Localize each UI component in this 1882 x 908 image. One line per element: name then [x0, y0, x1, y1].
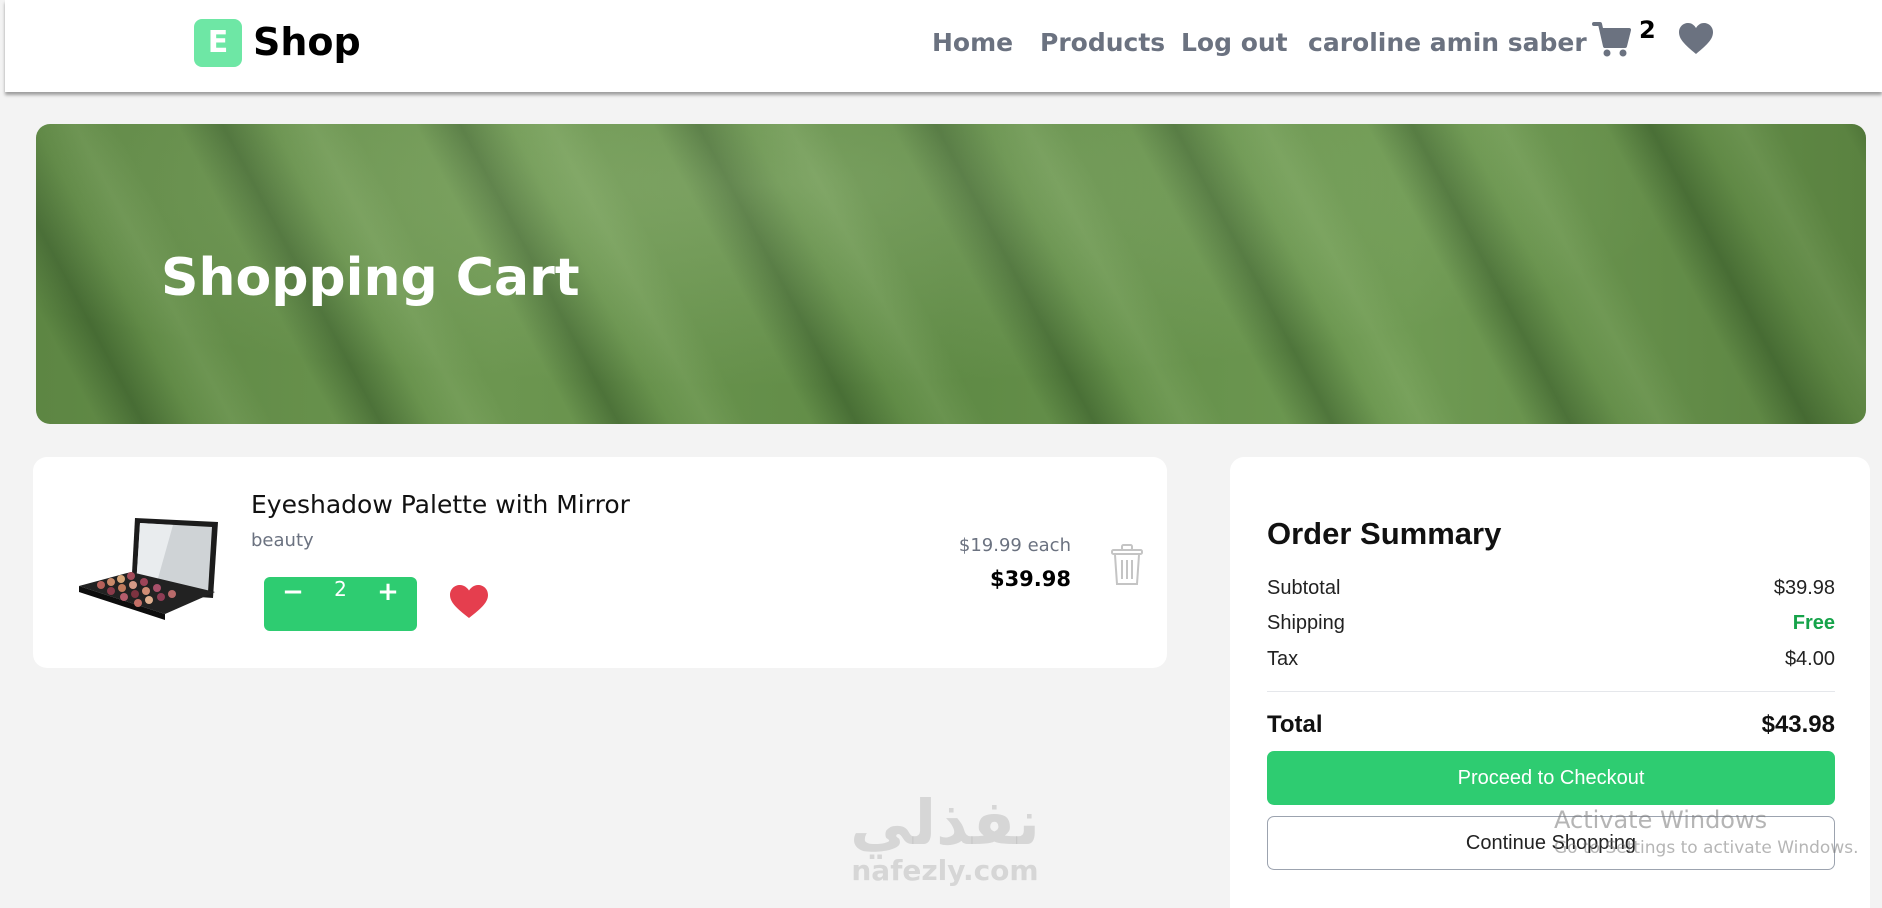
activate-windows-subtitle: Go to Settings to activate Windows.	[1554, 838, 1859, 858]
summary-total-row: Total $43.98	[1267, 711, 1835, 739]
summary-label: Tax	[1267, 648, 1299, 670]
summary-label: Shipping	[1267, 612, 1345, 634]
nav-home-link[interactable]: Home	[932, 28, 1013, 57]
proceed-to-checkout-button[interactable]: Proceed to Checkout	[1267, 751, 1835, 805]
summary-row-shipping: Shipping Free	[1267, 612, 1835, 635]
logo-text[interactable]: Shop	[253, 20, 361, 64]
decrease-quantity-button[interactable]: −	[268, 577, 318, 631]
summary-divider	[1267, 691, 1835, 692]
product-name[interactable]: Eyeshadow Palette with Mirror	[251, 490, 630, 519]
navbar: E Shop Home Products Log out caroline am…	[5, 0, 1882, 92]
increase-quantity-button[interactable]: +	[363, 577, 413, 631]
activate-windows-title: Activate Windows	[1554, 806, 1768, 834]
cart-icon[interactable]	[1592, 20, 1632, 58]
hero-banner: Shopping Cart	[36, 124, 1866, 424]
summary-row-tax: Tax $4.00	[1267, 648, 1835, 671]
unit-price: $19.99 each	[958, 535, 1071, 556]
cart-count-badge: 2	[1639, 16, 1656, 44]
summary-row-subtotal: Subtotal $39.98	[1267, 577, 1835, 600]
product-category: beauty	[251, 530, 314, 551]
summary-value: $4.00	[1784, 648, 1835, 670]
heart-icon[interactable]	[1678, 22, 1714, 56]
activate-windows-notice: Activate Windows Go to Settings to activ…	[1554, 806, 1859, 858]
favorite-heart-icon[interactable]	[449, 584, 489, 620]
watermark-arabic-text: نفذلي	[850, 786, 1040, 859]
product-image	[79, 518, 218, 620]
nav-logout-link[interactable]: Log out	[1181, 28, 1288, 57]
quantity-stepper: − 2 +	[264, 577, 417, 631]
quantity-value: 2	[334, 577, 347, 601]
page-title: Shopping Cart	[161, 248, 580, 308]
watermark-logo: نفذلي nafezly.com	[830, 790, 1060, 886]
order-summary-title: Order Summary	[1267, 516, 1502, 551]
nav-user-link[interactable]: caroline amin saber	[1308, 28, 1587, 57]
trash-icon[interactable]	[1109, 543, 1145, 587]
nav-products-link[interactable]: Products	[1040, 28, 1165, 57]
line-total: $39.98	[989, 567, 1071, 591]
logo-badge[interactable]: E	[194, 19, 242, 67]
watermark-url-text: nafezly.com	[851, 854, 1039, 887]
cart-item-card: Eyeshadow Palette with Mirror beauty − 2…	[33, 457, 1167, 668]
summary-value: Free	[1792, 612, 1835, 634]
total-label: Total	[1267, 711, 1323, 738]
summary-value: $39.98	[1773, 577, 1835, 599]
summary-label: Subtotal	[1267, 577, 1341, 599]
total-value: $43.98	[1761, 711, 1835, 738]
